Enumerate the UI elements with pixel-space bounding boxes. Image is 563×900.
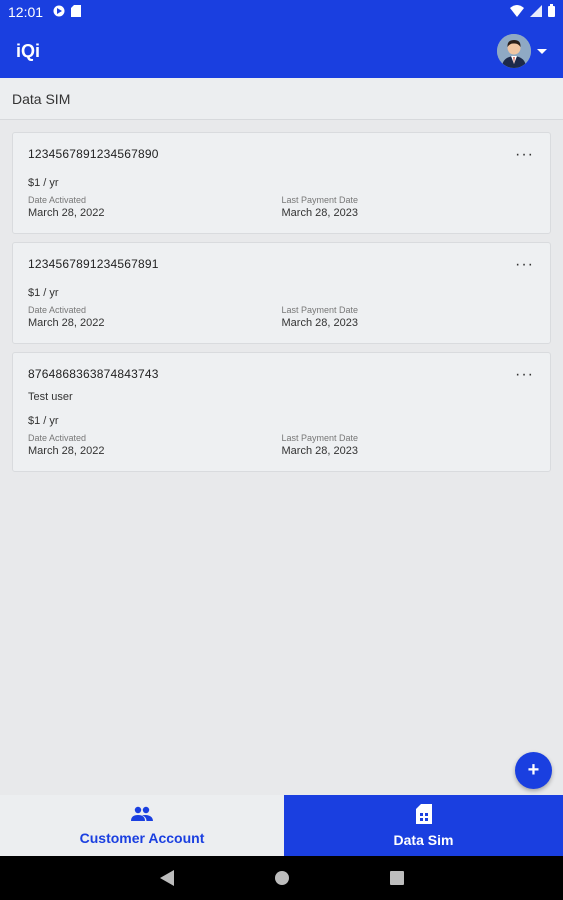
sim-price: $1 / yr: [28, 415, 59, 427]
avatar[interactable]: [497, 34, 531, 68]
sim-price: $1 / yr: [28, 177, 59, 189]
battery-icon: [548, 4, 555, 20]
account-menu[interactable]: [497, 34, 547, 68]
date-activated-label: Date Activated: [28, 305, 87, 315]
status-bar: 12:01: [0, 0, 563, 24]
sim-user-name: Test user: [28, 391, 73, 403]
last-payment-value: March 28, 2023: [281, 207, 358, 219]
bottom-nav: Customer Account Data Sim: [0, 795, 563, 856]
app-bar: iQi: [0, 24, 563, 78]
sim-card-icon: [415, 803, 432, 829]
more-options-icon[interactable]: ···: [515, 147, 534, 163]
date-activated-label: Date Activated: [28, 195, 87, 205]
signal-icon: [530, 4, 542, 20]
sim-list: 1234567891234567890 $1 / yr Date Activat…: [12, 132, 551, 480]
date-activated-label: Date Activated: [28, 433, 87, 443]
people-icon: [131, 806, 153, 827]
date-activated-value: March 28, 2022: [28, 207, 105, 219]
last-payment-value: March 28, 2023: [281, 445, 358, 457]
location-icon: [53, 4, 65, 20]
sim-number: 1234567891234567890: [28, 147, 159, 161]
nav-customer-account[interactable]: Customer Account: [0, 795, 284, 856]
home-icon[interactable]: [274, 870, 290, 886]
sim-number: 1234567891234567891: [28, 257, 159, 271]
more-options-icon[interactable]: ···: [515, 367, 534, 383]
chevron-down-icon[interactable]: [537, 48, 547, 54]
last-payment-label: Last Payment Date: [281, 433, 359, 443]
recents-icon[interactable]: [389, 871, 404, 885]
sim-card[interactable]: 8764868363874843743 Test user $1 / yr Da…: [12, 352, 551, 472]
back-icon[interactable]: [159, 870, 174, 886]
sim-card[interactable]: 1234567891234567890 $1 / yr Date Activat…: [12, 132, 551, 234]
app-title: iQi: [16, 40, 41, 61]
date-activated-value: March 28, 2022: [28, 445, 105, 457]
wifi-icon: [510, 4, 524, 20]
nav-data-sim[interactable]: Data Sim: [284, 795, 563, 856]
status-time: 12:01: [8, 4, 44, 20]
last-payment-label: Last Payment Date: [281, 195, 359, 205]
more-options-icon[interactable]: ···: [515, 257, 534, 273]
date-activated-value: March 28, 2022: [28, 317, 105, 329]
add-sim-button[interactable]: +: [515, 752, 552, 789]
nav-label: Customer Account: [79, 829, 205, 846]
sd-card-icon: [71, 4, 82, 20]
plus-icon: +: [527, 759, 540, 781]
sim-number: 8764868363874843743: [28, 367, 159, 381]
sim-price: $1 / yr: [28, 287, 59, 299]
last-payment-label: Last Payment Date: [281, 305, 359, 315]
last-payment-value: March 28, 2023: [281, 317, 358, 329]
section-header: Data SIM: [0, 78, 563, 120]
nav-label: Data Sim: [393, 831, 454, 848]
sim-card[interactable]: 1234567891234567891 $1 / yr Date Activat…: [12, 242, 551, 344]
system-nav-bar: [0, 856, 563, 900]
